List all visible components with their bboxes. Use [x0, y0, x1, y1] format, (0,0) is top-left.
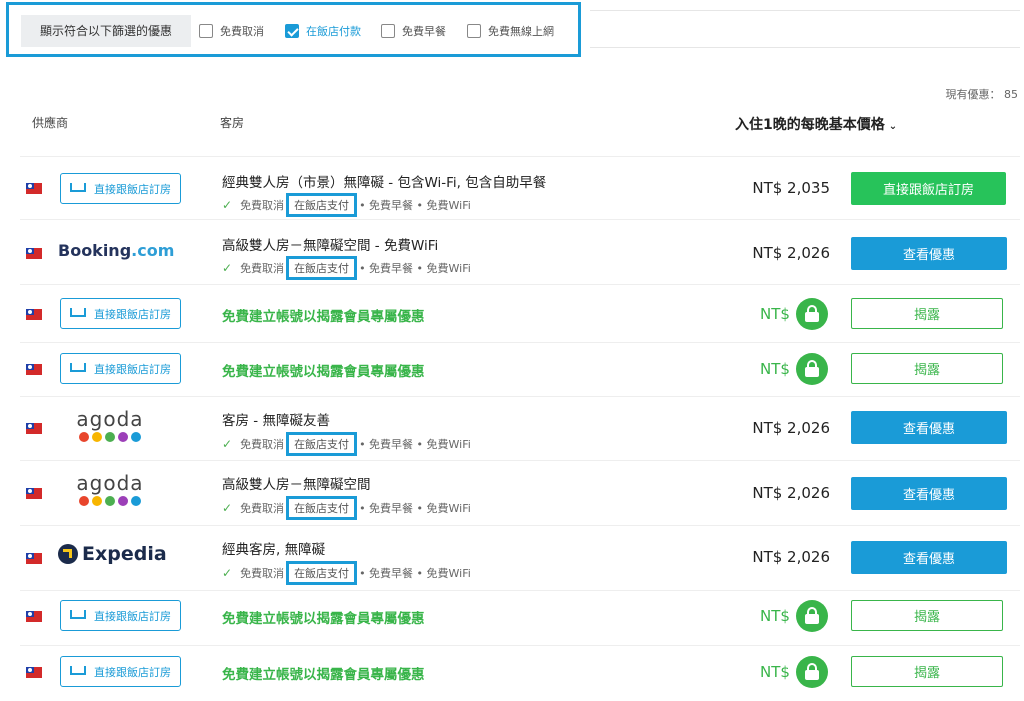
price: NT$ 2,026: [752, 484, 830, 502]
top-divider: [590, 10, 1020, 48]
deal-count: 現有優惠： 85: [945, 88, 1019, 101]
pay-at-hotel-highlight: 在飯店支付: [286, 496, 358, 520]
table-row: 直接跟飯店訂房 免費建立帳號以揭露會員專屬優惠 NT$ 揭露: [20, 342, 1020, 396]
price: NT$ 2,026: [752, 419, 830, 437]
perks-list: ✓ 免費取消 在飯店支付 • 免費早餐 • 免費WiFi: [222, 496, 471, 520]
locked-price: NT$: [760, 656, 828, 688]
chevron-down-icon: ⌄: [888, 121, 898, 132]
member-deal-text: 免費建立帳號以揭露會員專屬優惠: [222, 364, 425, 380]
lock-icon: [795, 600, 828, 632]
direct-booking-button[interactable]: 直接跟飯店訂房: [60, 353, 181, 384]
price: NT$ 2,026: [752, 244, 830, 262]
room-title: 客房 - 無障礙友善: [222, 413, 330, 429]
check-icon: ✓: [222, 566, 233, 580]
perks-list: ✓ 免費取消 在飯店支付 • 免費早餐 • 免費WiFi: [222, 561, 471, 585]
table-row: 直接跟飯店訂房 經典雙人房（市景）無障礙 - 包含Wi-Fi, 包含自助早餐 ✓…: [20, 156, 1020, 219]
expedia-logo: Expedia: [58, 543, 167, 565]
direct-booking-button[interactable]: 直接跟飯店訂房: [60, 298, 181, 329]
bed-icon: [70, 363, 86, 372]
provider-header: 供應商: [32, 116, 69, 130]
taiwan-flag-icon: [26, 364, 42, 375]
taiwan-flag-icon: [26, 423, 42, 434]
booking-logo: Booking.com: [58, 241, 175, 260]
taiwan-flag-icon: [26, 667, 42, 678]
taiwan-flag-icon: [26, 553, 42, 564]
taiwan-flag-icon: [26, 248, 42, 259]
filter-bar: 顯示符合以下篩選的優惠 免費取消 在飯店付款 免費早餐 免費無線上網: [6, 2, 581, 57]
view-deal-button[interactable]: 查看優惠: [851, 237, 1007, 270]
filter-pay-at-hotel[interactable]: 在飯店付款: [285, 23, 361, 39]
pay-at-hotel-highlight: 在飯店支付: [286, 256, 358, 280]
checkbox-checked-icon[interactable]: [285, 24, 299, 38]
view-deal-button[interactable]: 查看優惠: [851, 541, 1007, 574]
table-row: agoda 高級雙人房－無障礙空間 ✓ 免費取消 在飯店支付 • 免費早餐 • …: [20, 460, 1020, 525]
direct-booking-button[interactable]: 直接跟飯店訂房: [60, 656, 181, 687]
table-row: agoda 客房 - 無障礙友善 ✓ 免費取消 在飯店支付 • 免費早餐 • 免…: [20, 396, 1020, 460]
view-deal-button[interactable]: 查看優惠: [851, 477, 1007, 510]
locked-price: NT$: [760, 298, 828, 330]
check-icon: ✓: [222, 198, 233, 212]
perks-list: ✓ 免費取消 在飯店支付 • 免費早餐 • 免費WiFi: [222, 193, 471, 217]
member-deal-text: 免費建立帳號以揭露會員專屬優惠: [222, 667, 425, 683]
filter-free-wifi[interactable]: 免費無線上網: [467, 23, 554, 39]
table-row: 直接跟飯店訂房 免費建立帳號以揭露會員專屬優惠 NT$ 揭露: [20, 590, 1020, 645]
check-icon: ✓: [222, 437, 233, 451]
bed-icon: [70, 610, 86, 619]
pay-at-hotel-highlight: 在飯店支付: [286, 432, 358, 456]
member-deal-text: 免費建立帳號以揭露會員專屬優惠: [222, 611, 425, 627]
price: NT$ 2,026: [752, 548, 830, 566]
table-row: 直接跟飯店訂房 免費建立帳號以揭露會員專屬優惠 NT$ 揭露: [20, 284, 1020, 343]
pay-at-hotel-highlight: 在飯店支付: [286, 561, 358, 585]
bed-icon: [70, 308, 86, 317]
taiwan-flag-icon: [26, 183, 42, 194]
locked-price: NT$: [760, 353, 828, 385]
reveal-button[interactable]: 揭露: [851, 600, 1003, 631]
direct-booking-button[interactable]: 直接跟飯店訂房: [60, 173, 181, 204]
room-header: 客房: [220, 116, 245, 130]
table-row: 直接跟飯店訂房 免費建立帳號以揭露會員專屬優惠 NT$ 揭露: [20, 645, 1020, 701]
reveal-button[interactable]: 揭露: [851, 656, 1003, 687]
reveal-button[interactable]: 揭露: [851, 353, 1003, 384]
perks-list: ✓ 免費取消 在飯店支付 • 免費早餐 • 免費WiFi: [222, 256, 471, 280]
room-title: 高級雙人房－無障礙空間 - 免費WiFi: [222, 238, 439, 254]
book-direct-button[interactable]: 直接跟飯店訂房: [851, 172, 1006, 205]
price: NT$ 2,035: [752, 179, 830, 197]
checkbox-icon[interactable]: [381, 24, 395, 38]
reveal-button[interactable]: 揭露: [851, 298, 1003, 329]
lock-icon: [795, 298, 828, 330]
room-title: 高級雙人房－無障礙空間: [222, 477, 371, 493]
taiwan-flag-icon: [26, 309, 42, 320]
agoda-logo: agoda: [75, 473, 145, 506]
room-title: 經典客房, 無障礙: [222, 542, 326, 558]
lock-icon: [795, 656, 828, 688]
checkbox-icon[interactable]: [467, 24, 481, 38]
bed-icon: [70, 183, 86, 192]
check-icon: ✓: [222, 261, 233, 275]
taiwan-flag-icon: [26, 611, 42, 622]
check-icon: ✓: [222, 501, 233, 515]
direct-booking-button[interactable]: 直接跟飯店訂房: [60, 600, 181, 631]
expedia-plane-icon: [58, 544, 78, 564]
perks-list: ✓ 免費取消 在飯店支付 • 免費早餐 • 免費WiFi: [222, 432, 471, 456]
member-deal-text: 免費建立帳號以揭露會員專屬優惠: [222, 309, 425, 325]
filter-label: 顯示符合以下篩選的優惠: [21, 15, 191, 47]
locked-price: NT$: [760, 600, 828, 632]
checkbox-icon[interactable]: [199, 24, 213, 38]
table-row: Expedia 經典客房, 無障礙 ✓ 免費取消 在飯店支付 • 免費早餐 • …: [20, 525, 1020, 590]
filter-free-breakfast[interactable]: 免費早餐: [381, 23, 446, 39]
taiwan-flag-icon: [26, 488, 42, 499]
lock-icon: [795, 353, 828, 385]
filter-free-cancel[interactable]: 免費取消: [199, 23, 264, 39]
bed-icon: [70, 666, 86, 675]
pay-at-hotel-highlight: 在飯店支付: [286, 193, 358, 217]
view-deal-button[interactable]: 查看優惠: [851, 411, 1007, 444]
room-title: 經典雙人房（市景）無障礙 - 包含Wi-Fi, 包含自助早餐: [222, 175, 547, 191]
table-row: Booking.com 高級雙人房－無障礙空間 - 免費WiFi ✓ 免費取消 …: [20, 219, 1020, 284]
agoda-logo: agoda: [75, 409, 145, 442]
price-sort-header[interactable]: 入住1晚的每晚基本價格 ⌄: [735, 114, 897, 134]
